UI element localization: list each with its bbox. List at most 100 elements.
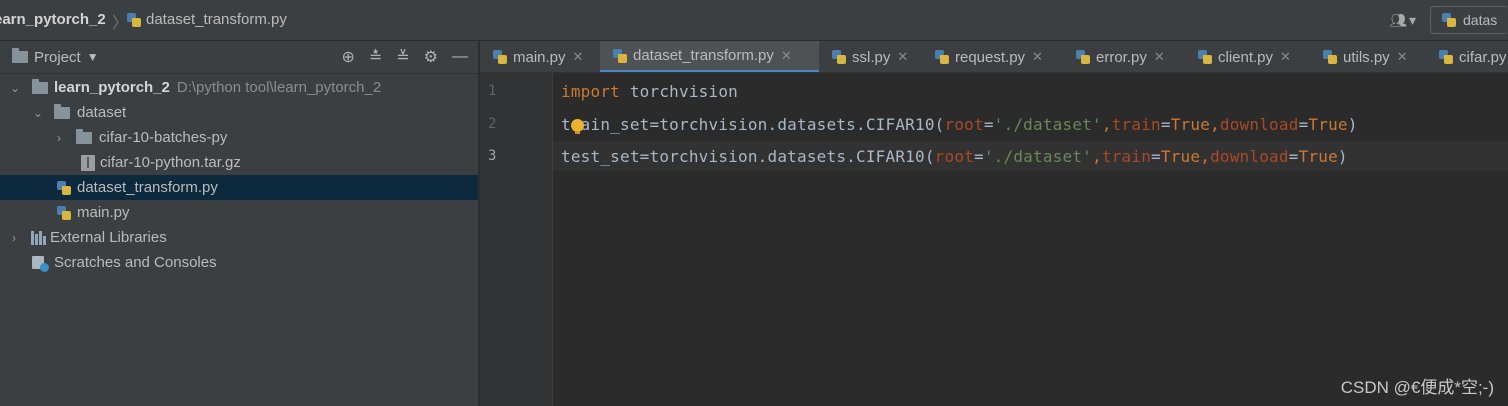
close-icon[interactable]: ✕ [1280,49,1291,65]
bool-literal: True [1170,115,1211,134]
code-text: test_set=torchvision.datasets.CIFAR10( [561,147,935,166]
code-comma: , [1200,147,1211,166]
python-file-icon [831,49,847,65]
chevron-down-icon: ▾ [1408,11,1416,28]
breadcrumb-project[interactable]: earn_pytorch_2 [0,11,106,28]
chevron-right-icon[interactable]: › [53,131,65,145]
python-file-icon [56,205,72,221]
user-menu-button[interactable]: 👥︎ ▾ [1389,12,1416,29]
tree-main-label: main.py [77,204,130,221]
chevron-down-icon: ▼ [86,50,99,64]
tab-cifar[interactable]: cifar.py [1438,41,1507,72]
param-root: root [934,147,974,166]
tree-item-scratches[interactable]: Scratches and Consoles [0,250,478,275]
param-root: root [944,115,984,134]
project-folder-icon [12,48,28,63]
python-file-icon [1197,49,1213,65]
tree-item-root[interactable]: ⌄ learn_pytorch_2 D:\python tool\learn_p… [0,75,478,100]
code-line-3[interactable]: test_set=torchvision.datasets.CIFAR10(ro… [561,147,1348,166]
tab-ssl[interactable]: ssl.py ✕ [831,41,908,72]
close-icon[interactable]: ✕ [897,49,908,65]
tab-main[interactable]: main.py ✕ [492,41,584,72]
lightbulb-icon[interactable] [571,119,584,134]
project-view-selector[interactable]: Project ▼ [12,48,99,66]
close-icon[interactable]: ✕ [1032,49,1043,65]
param-train: train [1111,115,1161,134]
tree-item-batches[interactable]: › cifar-10-batches-py [0,125,478,150]
python-file-icon [56,180,72,196]
breadcrumb-file[interactable]: dataset_transform.py [126,11,287,28]
tab-label: request.py [955,48,1026,66]
keyword-import: import [561,82,620,101]
bool-literal: True [1160,147,1201,166]
expand-all-icon[interactable]: ≛ [369,47,382,67]
locate-icon[interactable]: ⊕ [341,47,354,67]
tab-label: error.py [1096,48,1147,66]
code-text: torchvision [620,82,738,101]
close-icon[interactable]: ✕ [573,49,584,65]
archive-icon [81,154,95,171]
python-config-icon [1441,12,1457,28]
tab-error[interactable]: error.py ✕ [1075,41,1165,72]
breadcrumb-file-label: dataset_transform.py [146,11,287,28]
string-literal: './dataset' [983,147,1093,166]
tree-root-path: D:\python tool\learn_pytorch_2 [176,79,382,96]
gear-icon[interactable]: ⚙ [424,47,438,67]
param-download: download [1219,115,1299,134]
close-icon[interactable]: ✕ [781,48,792,64]
tab-label: cifar.py [1459,48,1507,66]
tree-targz-label: cifar-10-python.tar.gz [100,154,241,171]
project-toolbar: ⊕ ≛ ≚ ⚙ — [341,47,468,67]
library-icon [31,230,46,245]
run-configuration-selector[interactable]: datas [1430,6,1508,34]
project-tool-window: Project ▼ ⊕ ≛ ≚ ⚙ — ⌄ learn_pytorch_2 D:… [0,41,479,406]
tab-label: ssl.py [852,48,891,66]
chevron-down-icon[interactable]: ⌄ [32,106,44,120]
tree-item-external-libraries[interactable]: › External Libraries [0,225,478,250]
tree-transform-label: dataset_transform.py [77,179,218,196]
tab-label: dataset_transform.py [633,47,774,64]
code-text: = [1298,115,1309,134]
tree-item-dataset[interactable]: ⌄ dataset [0,100,478,125]
tree-item-transform[interactable]: dataset_transform.py [0,175,478,200]
tree-external-label: External Libraries [50,229,167,246]
user-icon: 👥︎ [1389,11,1407,28]
code-line-2[interactable]: train_set=torchvision.datasets.CIFAR10(r… [561,115,1358,134]
python-file-icon [1075,49,1091,65]
tab-client[interactable]: client.py ✕ [1197,41,1291,72]
folder-icon [54,103,70,119]
tree-item-targz[interactable]: cifar-10-python.tar.gz [0,150,478,175]
param-train: train [1101,147,1152,166]
tab-utils[interactable]: utils.py ✕ [1322,41,1408,72]
param-download: download [1210,147,1289,166]
minimize-icon[interactable]: — [452,48,468,66]
close-icon[interactable]: ✕ [1397,49,1408,65]
code-line-1[interactable]: import torchvision [561,82,738,101]
tab-label: client.py [1218,48,1274,66]
string-literal: './dataset' [993,115,1102,134]
code-text: = [974,147,984,166]
tab-request[interactable]: request.py ✕ [934,41,1043,72]
code-comma: , [1101,115,1112,134]
tree-item-main[interactable]: main.py [0,200,478,225]
collapse-all-icon[interactable]: ≚ [396,47,409,67]
code-text: = [1160,115,1171,134]
close-icon[interactable]: ✕ [1154,49,1165,65]
code-editor[interactable]: import torchvision train_set=torchvision… [553,73,1508,406]
code-text: ) [1337,147,1348,166]
tab-dataset-transform[interactable]: dataset_transform.py ✕ [600,41,819,72]
run-config-label: datas [1463,12,1498,28]
project-panel-header: Project ▼ ⊕ ≛ ≚ ⚙ — [0,41,478,74]
chevron-right-icon[interactable]: › [8,231,20,245]
line-number: 3 [488,148,497,164]
line-number: 2 [488,116,497,132]
code-text: = [983,115,994,134]
tree-batches-label: cifar-10-batches-py [99,129,228,146]
chevron-down-icon[interactable]: ⌄ [9,81,21,95]
python-file-icon [492,49,508,65]
code-text: = [1151,147,1161,166]
tree-root-label: learn_pytorch_2 [54,79,170,96]
scratches-icon [32,255,49,272]
tab-label: main.py [513,48,566,66]
python-file-icon [1322,49,1338,65]
